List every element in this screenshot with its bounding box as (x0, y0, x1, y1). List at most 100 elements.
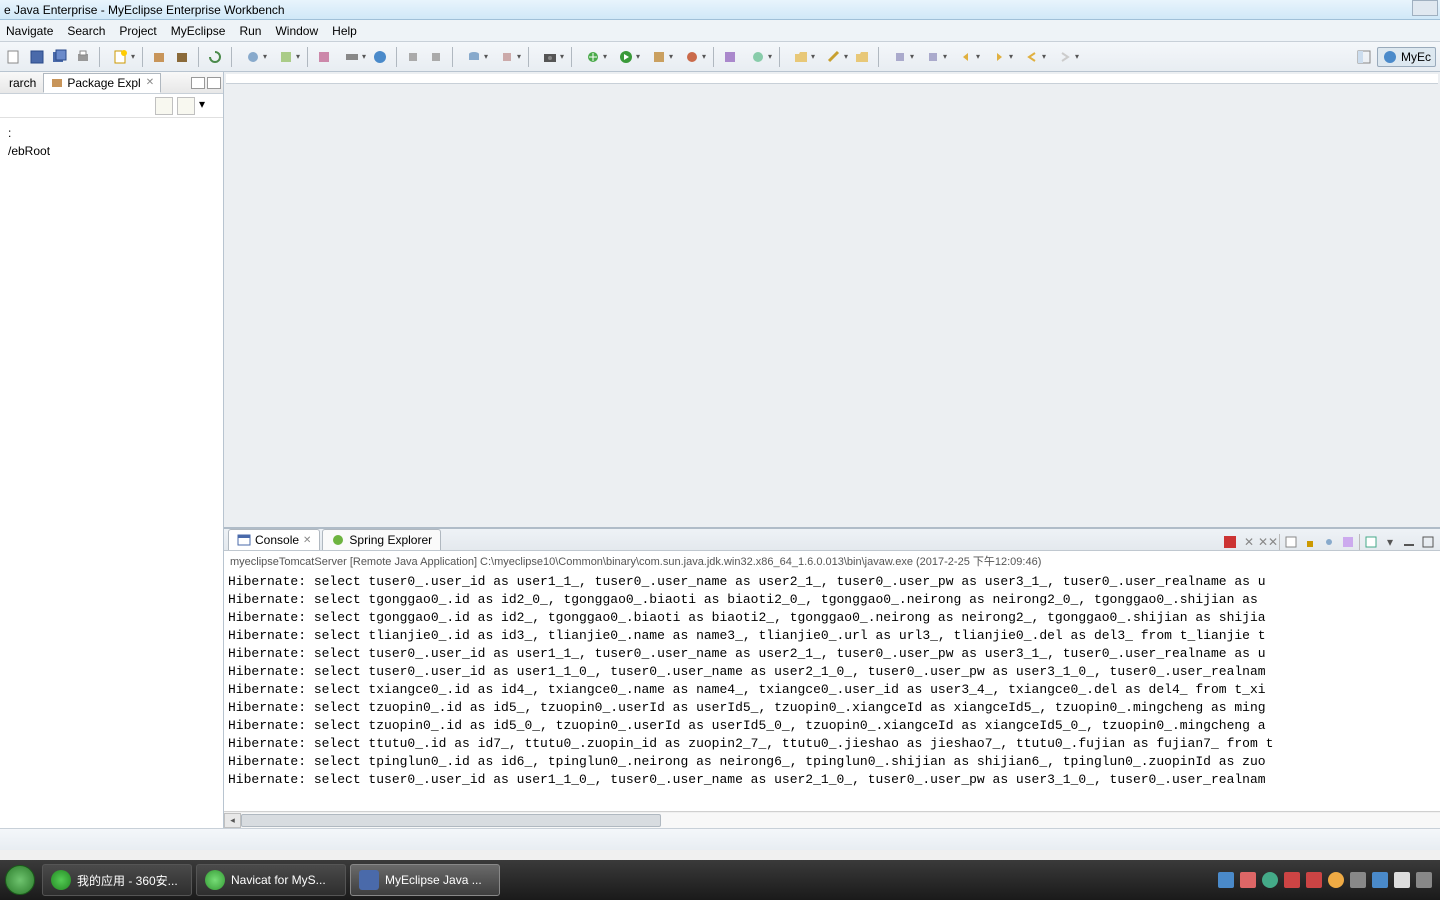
editor-tabstrip (226, 74, 1438, 84)
editor-area: Console ✕ Spring Explorer ✕ ✕✕ (224, 72, 1440, 828)
maximize-view-icon[interactable] (207, 77, 221, 89)
tab-spring-explorer[interactable]: Spring Explorer (322, 529, 441, 550)
collapse-all-icon[interactable] (155, 97, 173, 115)
link-editor-icon[interactable] (177, 97, 195, 115)
nav-back-icon[interactable] (1017, 47, 1047, 67)
sidebar: rarch Package Expl ✕ ▾ : /ebRoot (0, 72, 224, 828)
tool-c-icon[interactable] (403, 47, 423, 67)
horizontal-scrollbar[interactable]: ◂ (224, 811, 1440, 828)
start-button[interactable] (0, 860, 40, 900)
db-icon[interactable] (459, 47, 489, 67)
menu-project[interactable]: Project (119, 24, 156, 38)
min-view-icon[interactable] (1401, 534, 1417, 550)
browser-icon[interactable] (370, 47, 390, 67)
remove-launch-icon[interactable]: ✕ (1241, 534, 1257, 550)
taskbar-item-navicat[interactable]: Navicat for MyS... (196, 864, 346, 896)
scroll-lock-icon[interactable] (1302, 534, 1318, 550)
refresh-icon[interactable] (205, 47, 225, 67)
menu-navigate[interactable]: Navigate (6, 24, 53, 38)
back-icon[interactable] (951, 47, 981, 67)
tree-item[interactable]: /ebRoot (4, 142, 219, 160)
scroll-thumb[interactable] (241, 814, 661, 827)
start-orb-icon (5, 865, 35, 895)
windows-taskbar: 我的应用 - 360安... Navicat for MyS... MyEcli… (0, 860, 1440, 900)
tab-hierarchy[interactable]: rarch (2, 73, 43, 93)
menu-myeclipse[interactable]: MyEclipse (171, 24, 226, 38)
open-console-icon[interactable] (1363, 534, 1379, 550)
console-drop-icon[interactable]: ▾ (1382, 534, 1398, 550)
tool-h-icon[interactable] (743, 47, 773, 67)
tool-d-icon[interactable] (426, 47, 446, 67)
close-icon[interactable]: ✕ (146, 77, 154, 88)
pin-console-icon[interactable] (1321, 534, 1337, 550)
new-folder-icon[interactable] (786, 47, 816, 67)
menu-bar: Navigate Search Project MyEclipse Run Wi… (0, 20, 1440, 42)
tray-icon[interactable] (1284, 872, 1300, 888)
tray-icon[interactable] (1262, 872, 1278, 888)
new-icon[interactable] (4, 47, 24, 67)
main-toolbar: MyEc (0, 42, 1440, 72)
console-icon (237, 533, 251, 547)
minimize-view-icon[interactable] (191, 77, 205, 89)
package-explorer-icon (50, 76, 64, 90)
tray-icon[interactable] (1416, 872, 1432, 888)
system-tray[interactable] (1210, 872, 1440, 888)
package-icon[interactable] (149, 47, 169, 67)
nav-fwd-icon[interactable] (1050, 47, 1080, 67)
package-tree[interactable]: : /ebRoot (0, 118, 223, 166)
menu-run[interactable]: Run (239, 24, 261, 38)
myeclipse-app-icon (359, 870, 379, 890)
minimize-button[interactable] (1412, 0, 1438, 16)
tray-icon[interactable] (1372, 872, 1388, 888)
tool-b-icon[interactable] (271, 47, 301, 67)
tool-f-icon[interactable] (677, 47, 707, 67)
run-ext-icon[interactable] (644, 47, 674, 67)
tool-a-icon[interactable] (238, 47, 268, 67)
forward-icon[interactable] (984, 47, 1014, 67)
browser-app-icon (51, 870, 71, 890)
run-icon[interactable] (611, 47, 641, 67)
perspective-myeclipse-icon[interactable]: MyEc (1377, 47, 1436, 67)
terminate-icon[interactable] (1222, 534, 1238, 550)
deploy-icon[interactable] (314, 47, 334, 67)
tab-console[interactable]: Console ✕ (228, 529, 320, 550)
tray-icon[interactable] (1306, 872, 1322, 888)
save-all-icon[interactable] (50, 47, 70, 67)
clear-console-icon[interactable] (1283, 534, 1299, 550)
display-selected-icon[interactable] (1340, 534, 1356, 550)
remove-all-icon[interactable]: ✕✕ (1260, 534, 1276, 550)
max-view-icon[interactable] (1420, 534, 1436, 550)
new-wizard-icon[interactable] (106, 47, 136, 67)
console-output[interactable]: Hibernate: select tuser0_.user_id as use… (224, 571, 1440, 811)
navicat-app-icon (205, 870, 225, 890)
tree-item[interactable]: : (4, 124, 219, 142)
taskbar-item-360[interactable]: 我的应用 - 360安... (42, 864, 192, 896)
tray-icon[interactable] (1240, 872, 1256, 888)
tray-icon[interactable] (1328, 872, 1344, 888)
volume-icon[interactable] (1394, 872, 1410, 888)
tray-icon[interactable] (1350, 872, 1366, 888)
tool-j-icon[interactable] (885, 47, 915, 67)
print-icon[interactable] (73, 47, 93, 67)
package-closed-icon[interactable] (172, 47, 192, 67)
server-icon[interactable] (337, 47, 367, 67)
taskbar-item-myeclipse[interactable]: MyEclipse Java ... (350, 864, 500, 896)
window-title: e Java Enterprise - MyEclipse Enterprise… (4, 0, 285, 19)
scroll-left-icon[interactable]: ◂ (224, 813, 241, 828)
save-icon[interactable] (27, 47, 47, 67)
tray-icon[interactable] (1218, 872, 1234, 888)
close-icon[interactable]: ✕ (303, 535, 311, 546)
tool-e-icon[interactable] (492, 47, 522, 67)
tab-package-explorer[interactable]: Package Expl ✕ (43, 73, 161, 93)
menu-window[interactable]: Window (275, 24, 318, 38)
tool-i-icon[interactable] (819, 47, 849, 67)
open-folder-icon[interactable] (852, 47, 872, 67)
debug-icon[interactable] (578, 47, 608, 67)
perspective-open-icon[interactable] (1354, 47, 1374, 67)
view-menu-icon[interactable]: ▾ (199, 97, 217, 115)
menu-help[interactable]: Help (332, 24, 357, 38)
tool-k-icon[interactable] (918, 47, 948, 67)
menu-search[interactable]: Search (67, 24, 105, 38)
tool-g-icon[interactable] (720, 47, 740, 67)
camera-icon[interactable] (535, 47, 565, 67)
